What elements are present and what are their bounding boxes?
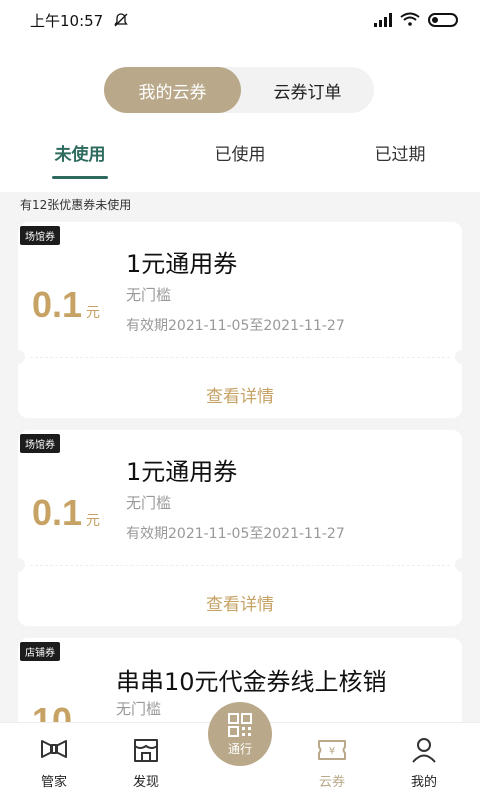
coupon-notch-left	[11, 350, 25, 364]
wifi-icon	[400, 11, 420, 30]
coupon-price: 10 元	[32, 700, 90, 722]
coupon-price: 0.1 元	[32, 492, 100, 534]
view-details-button[interactable]: 查看详情	[18, 382, 462, 407]
scan-label: 通行	[227, 741, 252, 756]
coupon-ticket-icon: ¥	[318, 740, 346, 760]
coupon-condition: 无门槛	[126, 286, 172, 304]
pass-scan-button[interactable]: 通行	[208, 702, 272, 766]
tabbar-item-steward[interactable]: 管家	[14, 735, 94, 790]
coupon-card[interactable]: 场馆券 0.1 元 1元通用券 无门槛 有效期2021-11-05至2021-1…	[11, 222, 469, 418]
segment-control: 我的云券 云券订单	[104, 67, 374, 113]
segment-coupon-orders[interactable]: 云券订单	[241, 67, 374, 113]
status-icons	[374, 11, 458, 30]
status-bar: 上午10:57	[0, 0, 480, 40]
tab-unused[interactable]: 未使用	[40, 132, 120, 172]
coupon-notch-right	[455, 558, 469, 572]
tabbar-label: 云券	[318, 775, 345, 790]
tabbar-item-coupons[interactable]: ¥ 云券	[292, 735, 372, 790]
coupon-notch-right	[455, 350, 469, 364]
mute-bell-icon	[113, 12, 129, 28]
coupon-price: 0.1 元	[32, 284, 100, 326]
coupon-tag: 场馆券	[20, 226, 60, 245]
status-tabs: 未使用 已使用 已过期	[0, 132, 480, 180]
active-tab-indicator	[52, 176, 108, 179]
tab-expired[interactable]: 已过期	[360, 132, 440, 172]
status-time: 上午10:57	[30, 11, 104, 30]
price-unit: 元	[86, 513, 101, 529]
tabbar-label: 发现	[132, 775, 159, 790]
segment-my-coupons[interactable]: 我的云券	[104, 67, 241, 113]
store-icon	[134, 739, 158, 762]
coupon-tag: 店铺券	[20, 642, 60, 661]
view-details-button[interactable]: 查看详情	[18, 590, 462, 615]
coupon-title: 1元通用券	[126, 250, 238, 278]
tab-used[interactable]: 已使用	[200, 132, 280, 172]
bowtie-icon	[41, 740, 67, 758]
coupon-divider	[30, 357, 450, 358]
coupon-condition: 无门槛	[116, 700, 162, 718]
unused-coupon-notice: 有12张优惠券未使用	[20, 198, 132, 212]
coupon-divider	[30, 565, 450, 566]
coupon-title: 1元通用券	[126, 458, 238, 486]
coupon-title: 串串10元代金券线上核销	[116, 668, 387, 696]
header-area: 我的云券 云券订单 未使用 已使用 已过期	[0, 40, 480, 192]
coupon-validity: 有效期2021-11-05至2021-11-27	[126, 318, 345, 334]
qr-code-icon	[228, 712, 252, 737]
coupon-notch-left	[11, 558, 25, 572]
tabbar-label: 我的	[410, 775, 437, 790]
coupon-card[interactable]: 场馆券 0.1 元 1元通用券 无门槛 有效期2021-11-05至2021-1…	[11, 430, 469, 626]
price-value: 0.1	[32, 284, 83, 325]
battery-icon	[428, 13, 458, 27]
price-value: 0.1	[32, 492, 83, 533]
svg-text:¥: ¥	[329, 746, 335, 757]
tabbar-label: 管家	[40, 775, 67, 790]
signal-icon	[374, 13, 392, 27]
tabbar-item-discover[interactable]: 发现	[106, 735, 186, 790]
coupon-condition: 无门槛	[126, 494, 172, 512]
coupon-tag: 场馆券	[20, 434, 60, 453]
user-icon	[412, 738, 436, 763]
price-value: 10	[32, 700, 73, 722]
coupon-validity: 有效期2021-11-05至2021-11-27	[126, 526, 345, 542]
tabbar-item-me[interactable]: 我的	[384, 735, 464, 790]
price-unit: 元	[86, 305, 101, 321]
